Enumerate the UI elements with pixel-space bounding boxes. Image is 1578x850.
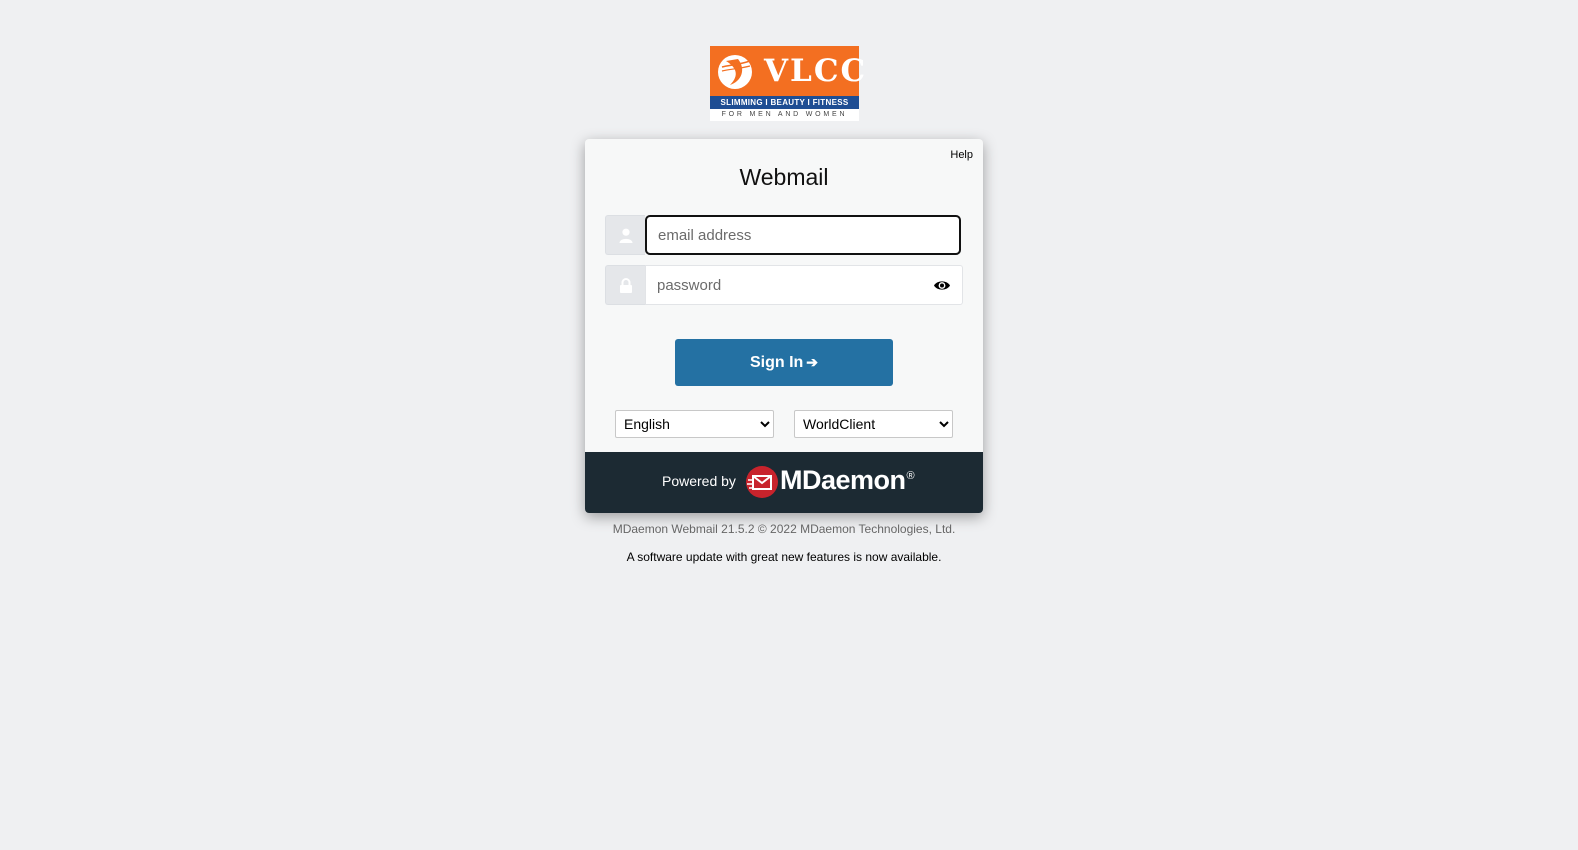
brand-tagline: SLIMMING I BEAUTY I FITNESS [710, 96, 859, 109]
powered-by-bar: Powered by MDaemon® [585, 452, 983, 513]
vlcc-emblem-icon [718, 55, 752, 89]
theme-select[interactable]: WorldClient [794, 410, 953, 438]
sign-in-button[interactable]: Sign In ➔ [675, 339, 893, 386]
update-notice: A software update with great new feature… [626, 550, 942, 564]
version-text: MDaemon Webmail 21.5.2 © 2022 MDaemon Te… [612, 522, 956, 536]
brand-subtagline: FOR MEN AND WOMEN [710, 109, 859, 121]
password-field-group [605, 265, 963, 305]
email-field-group [605, 215, 963, 255]
help-link[interactable]: Help [950, 149, 973, 161]
mdaemon-name: MDaemon [780, 465, 906, 495]
brand-name: VLCC [764, 53, 868, 89]
page-title: Webmail [739, 164, 829, 190]
email-addon [605, 215, 645, 255]
mdaemon-logo-icon [746, 466, 778, 498]
password-input[interactable] [645, 265, 921, 305]
user-icon [619, 228, 633, 243]
login-card: Help Webmail Sign In➔ [585, 139, 983, 513]
language-select[interactable]: English [615, 410, 774, 438]
logo-orange-band: VLCC [710, 46, 865, 96]
registered-mark: ® [906, 470, 915, 482]
mdaemon-wordmark: MDaemon® [780, 463, 915, 497]
powered-by-label: Powered by [662, 473, 736, 489]
show-password-button[interactable] [921, 265, 963, 305]
sign-in-label: Sign In [749, 354, 804, 371]
vlcc-logo: VLCC SLIMMING I BEAUTY I FITNESS FOR MEN… [710, 46, 865, 121]
password-addon [605, 265, 645, 305]
arrow-right-icon: ➔ [806, 354, 819, 370]
lock-icon [620, 278, 632, 293]
eye-icon [934, 281, 950, 290]
email-input[interactable] [645, 215, 961, 255]
